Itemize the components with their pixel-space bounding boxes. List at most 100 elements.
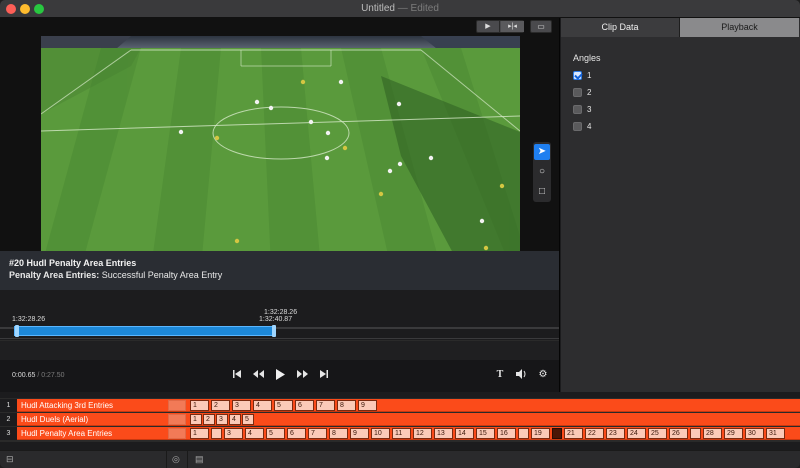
clip-cell[interactable] xyxy=(690,428,701,439)
clip-cell[interactable]: 30 xyxy=(745,428,764,439)
clip-scrubber[interactable]: 1:32:28.26 1:32:28.26 1:32:40.87 xyxy=(0,290,559,340)
split-mode-icon[interactable]: ▸|◂ xyxy=(501,21,524,32)
play-icon[interactable] xyxy=(273,369,287,380)
settings-gear-icon[interactable]: ⚙ xyxy=(536,369,550,380)
clip-cell[interactable]: 29 xyxy=(724,428,743,439)
range-start-handle[interactable] xyxy=(15,325,19,337)
clip-cell[interactable]: 22 xyxy=(585,428,604,439)
clip-cell[interactable]: 4 xyxy=(229,414,241,425)
clip-cell[interactable]: 4 xyxy=(253,400,272,411)
presentation-icon[interactable]: ▭ xyxy=(530,20,552,33)
clip-cell[interactable]: 7 xyxy=(308,428,327,439)
soccer-pitch-image xyxy=(41,36,520,268)
clip-cell[interactable]: 16 xyxy=(497,428,516,439)
timeline-row-1[interactable]: 1 Hudl Attacking 3rd Entries 123456789 xyxy=(0,399,800,412)
bottom-divider xyxy=(166,451,167,468)
notes-icon[interactable]: ▤ xyxy=(195,454,204,465)
range-end-handle[interactable] xyxy=(272,325,276,337)
row-divider xyxy=(168,414,186,425)
total-time: / 0:27.50 xyxy=(37,372,65,379)
title-bar: Untitled — Edited xyxy=(0,0,800,18)
timeline-row-3[interactable]: 3 Hudl Penalty Area Entries 1 3 4 5 6 7 8 9 10 11… xyxy=(0,427,800,440)
row-name: Hudl Penalty Area Entries xyxy=(21,429,113,438)
skip-to-end-icon[interactable] xyxy=(317,369,331,379)
angle-4-checkbox[interactable] xyxy=(573,122,582,131)
fast-forward-icon[interactable] xyxy=(295,369,309,379)
clip-cell[interactable]: 23 xyxy=(606,428,625,439)
clip-cell[interactable]: 1 xyxy=(190,428,209,439)
square-tool-icon[interactable]: □ xyxy=(534,184,550,200)
angle-1-checkbox[interactable] xyxy=(573,71,582,80)
rewind-icon[interactable] xyxy=(251,369,265,379)
clip-cell[interactable]: 2 xyxy=(211,400,230,411)
clip-cell[interactable]: 1 xyxy=(190,414,202,425)
angle-3-checkbox[interactable] xyxy=(573,105,582,114)
drawing-toolbar: ➤ ○ □ xyxy=(533,142,551,202)
row-number: 1 xyxy=(0,399,17,412)
clip-cell[interactable]: 11 xyxy=(392,428,411,439)
clip-cell[interactable]: 5 xyxy=(266,428,285,439)
clip-cell[interactable]: 24 xyxy=(627,428,646,439)
circle-tool-icon[interactable]: ○ xyxy=(534,164,550,180)
range-end-time-bottom: 1:32:40.87 xyxy=(259,316,293,323)
playback-time: 0:00.65 / 0:27.50 xyxy=(12,372,65,379)
range-end-time-top: 1:32:28.26 xyxy=(264,309,298,316)
angle-2-label: 2 xyxy=(587,88,592,97)
clip-cell[interactable]: 2 xyxy=(203,414,215,425)
edited-status: — Edited xyxy=(397,3,439,14)
playback-controls: 0:00.65 / 0:27.50 T ⚙ xyxy=(0,360,559,392)
clip-cell[interactable]: 6 xyxy=(287,428,306,439)
scrubber-baseline xyxy=(0,338,559,339)
tab-clip-data[interactable]: Clip Data xyxy=(561,18,680,37)
visibility-icon[interactable]: ◎ xyxy=(172,454,180,465)
clip-cell[interactable]: 8 xyxy=(337,400,356,411)
clip-subtitle-label: Penalty Area Entries: xyxy=(9,270,100,280)
row-divider xyxy=(168,400,186,411)
clip-cell[interactable]: 26 xyxy=(669,428,688,439)
angle-2-checkbox[interactable] xyxy=(573,88,582,97)
clip-cell[interactable]: 21 xyxy=(564,428,583,439)
play-mode-icon[interactable]: ▶ xyxy=(477,21,500,32)
clip-cell[interactable]: 5 xyxy=(242,414,254,425)
clip-cell[interactable]: 12 xyxy=(413,428,432,439)
clip-cell[interactable]: 3 xyxy=(232,400,251,411)
clip-cell[interactable]: 25 xyxy=(648,428,667,439)
clip-cell[interactable]: 10 xyxy=(371,428,390,439)
bottom-status-bar: ⊟ ◎ ▤ xyxy=(0,450,800,468)
clip-range-selection[interactable] xyxy=(14,326,276,336)
pointer-tool-icon[interactable]: ➤ xyxy=(534,144,550,160)
clip-cell[interactable] xyxy=(552,428,562,439)
row-number: 3 xyxy=(0,427,17,440)
angle-3-label: 3 xyxy=(587,105,592,114)
timeline-row-2[interactable]: 2 Hudl Duels (Aerial) 12345 xyxy=(0,413,800,426)
clip-cell[interactable]: 9 xyxy=(350,428,369,439)
text-overlay-icon[interactable]: T xyxy=(493,369,507,380)
clip-cell[interactable]: 5 xyxy=(274,400,293,411)
clip-cell[interactable]: 31 xyxy=(766,428,785,439)
clip-cell[interactable]: 28 xyxy=(703,428,722,439)
angle-4-label: 4 xyxy=(587,122,592,131)
clip-cell[interactable]: 6 xyxy=(295,400,314,411)
clip-subtitle-value: Successful Penalty Area Entry xyxy=(101,270,223,280)
layout-toggle-icon[interactable]: ⊟ xyxy=(6,454,14,465)
video-frame[interactable] xyxy=(41,36,520,268)
clip-cell[interactable]: 19 xyxy=(531,428,550,439)
view-mode-segmented-control: ▶ ▸|◂ xyxy=(476,20,524,33)
clip-cell[interactable]: 3 xyxy=(224,428,243,439)
tab-playback[interactable]: Playback xyxy=(680,18,799,37)
clip-cell[interactable] xyxy=(211,428,222,439)
clip-cell[interactable]: 15 xyxy=(476,428,495,439)
clip-cell[interactable]: 3 xyxy=(216,414,228,425)
inspector-panel: Clip Data Playback Angles 1 2 3 4 xyxy=(561,18,800,392)
clip-cell[interactable]: 1 xyxy=(190,400,209,411)
clip-cell[interactable]: 14 xyxy=(455,428,474,439)
clip-cell[interactable] xyxy=(518,428,529,439)
clip-cell[interactable]: 13 xyxy=(434,428,453,439)
skip-to-start-icon[interactable] xyxy=(230,369,244,379)
clip-cell[interactable]: 7 xyxy=(316,400,335,411)
window-title: Untitled — Edited xyxy=(0,3,800,14)
volume-icon[interactable] xyxy=(514,369,528,379)
clip-cell[interactable]: 9 xyxy=(358,400,377,411)
clip-cell[interactable]: 4 xyxy=(245,428,264,439)
clip-cell[interactable]: 8 xyxy=(329,428,348,439)
